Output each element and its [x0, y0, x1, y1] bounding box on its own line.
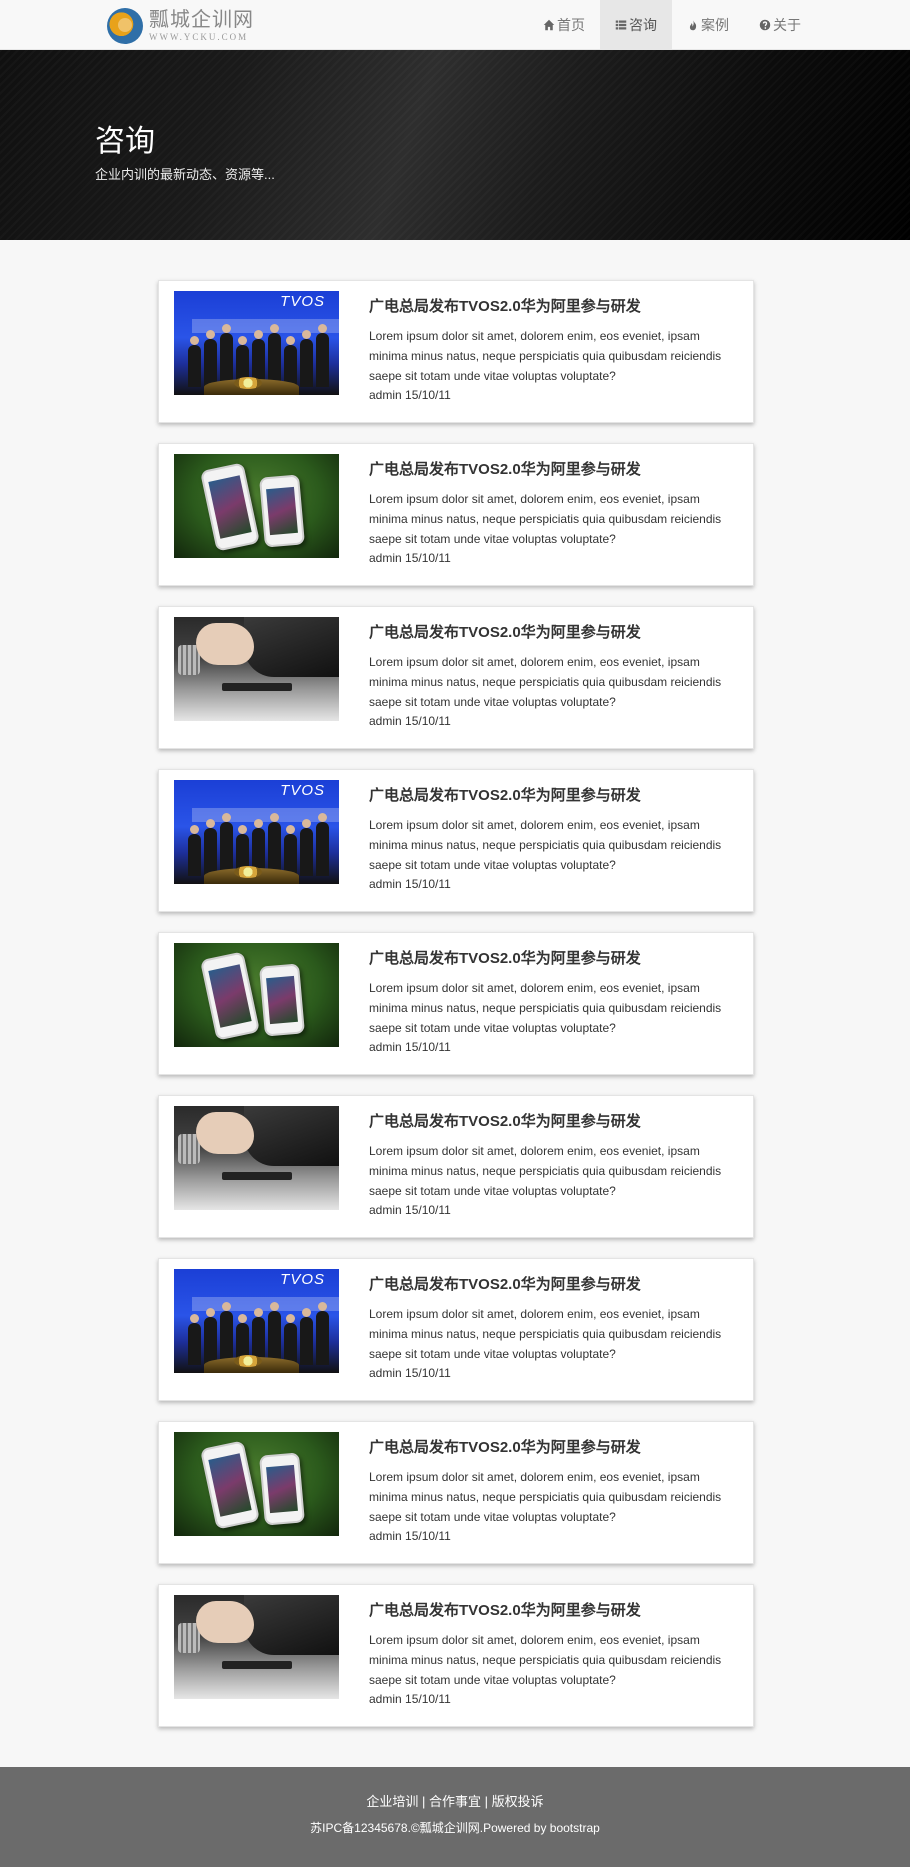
article-excerpt: Lorem ipsum dolor sit amet, dolorem enim…	[369, 981, 722, 1035]
article-list: TVOS 广电总局发布TVOS2.0华为阿里参与研发 Lorem ipsum dol…	[158, 280, 754, 1747]
article-excerpt: Lorem ipsum dolor sit amet, dolorem enim…	[369, 1144, 722, 1198]
article-title[interactable]: 广电总局发布TVOS2.0华为阿里参与研发	[369, 297, 729, 317]
article-title[interactable]: 广电总局发布TVOS2.0华为阿里参与研发	[369, 623, 729, 643]
article-title[interactable]: 广电总局发布TVOS2.0华为阿里参与研发	[369, 1275, 729, 1295]
article-thumbnail[interactable]: TVOS	[174, 1269, 339, 1373]
nav-label: 案例	[701, 17, 729, 33]
page-title: 咨询	[95, 124, 155, 159]
logo-title: 瓢城企训网	[149, 9, 254, 31]
article-meta: admin 15/10/11	[369, 388, 451, 402]
article-card[interactable]: 广电总局发布TVOS2.0华为阿里参与研发 Lorem ipsum dolor s…	[158, 1584, 754, 1727]
article-card[interactable]: 广电总局发布TVOS2.0华为阿里参与研发 Lorem ipsum dolor s…	[158, 1095, 754, 1238]
footer-separator: |	[484, 1794, 489, 1809]
article-title[interactable]: 广电总局发布TVOS2.0华为阿里参与研发	[369, 460, 729, 480]
home-icon	[543, 19, 555, 31]
main-nav: 首页 咨询 案例 关于	[528, 0, 816, 50]
article-title[interactable]: 广电总局发布TVOS2.0华为阿里参与研发	[369, 1112, 729, 1132]
article-title[interactable]: 广电总局发布TVOS2.0华为阿里参与研发	[369, 1438, 729, 1458]
footer-link-training[interactable]: 企业培训	[366, 1794, 418, 1809]
article-card[interactable]: TVOS 广电总局发布TVOS2.0华为阿里参与研发 Lorem ipsum dol…	[158, 769, 754, 912]
article-card[interactable]: TVOS 广电总局发布TVOS2.0华为阿里参与研发 Lorem ipsum dol…	[158, 280, 754, 423]
article-thumbnail[interactable]	[174, 1432, 339, 1536]
article-card[interactable]: 广电总局发布TVOS2.0华为阿里参与研发 Lorem ipsum dolor s…	[158, 1421, 754, 1564]
article-card[interactable]: 广电总局发布TVOS2.0华为阿里参与研发 Lorem ipsum dolor s…	[158, 932, 754, 1075]
article-thumbnail[interactable]	[174, 1595, 339, 1699]
article-excerpt: Lorem ipsum dolor sit amet, dolorem enim…	[369, 1633, 722, 1687]
article-thumbnail[interactable]: TVOS	[174, 291, 339, 395]
article-meta: admin 15/10/11	[369, 1692, 451, 1706]
nav-label: 首页	[557, 17, 585, 33]
article-thumbnail[interactable]: TVOS	[174, 780, 339, 884]
nav-label: 关于	[773, 17, 801, 33]
article-card[interactable]: TVOS 广电总局发布TVOS2.0华为阿里参与研发 Lorem ipsum dol…	[158, 1258, 754, 1401]
article-excerpt: Lorem ipsum dolor sit amet, dolorem enim…	[369, 655, 722, 709]
article-meta: admin 15/10/11	[369, 551, 451, 565]
article-thumbnail[interactable]	[174, 617, 339, 721]
article-thumbnail[interactable]	[174, 454, 339, 558]
article-meta: admin 15/10/11	[369, 1203, 451, 1217]
nav-item-consult[interactable]: 咨询	[600, 0, 672, 50]
footer: 企业培训 | 合作事宜 | 版权投诉 苏IPC备12345678.©瓢城企训网.…	[0, 1767, 910, 1867]
fire-icon	[689, 19, 697, 31]
article-meta: admin 15/10/11	[369, 1366, 451, 1380]
article-meta: admin 15/10/11	[369, 877, 451, 891]
nav-item-home[interactable]: 首页	[528, 0, 600, 50]
site-logo[interactable]: 瓢城企训网 WWW.YCKU.COM	[107, 8, 254, 44]
article-thumbnail[interactable]	[174, 943, 339, 1047]
footer-copyright: 苏IPC备12345678.©瓢城企训网.Powered by bootstra…	[310, 1821, 600, 1835]
footer-separator: |	[421, 1794, 426, 1809]
logo-icon	[107, 8, 143, 44]
article-excerpt: Lorem ipsum dolor sit amet, dolorem enim…	[369, 492, 722, 546]
article-excerpt: Lorem ipsum dolor sit amet, dolorem enim…	[369, 1470, 722, 1524]
nav-label: 咨询	[629, 17, 657, 33]
footer-links: 企业培训 | 合作事宜 | 版权投诉	[0, 1791, 910, 1810]
page-hero: 咨询 企业内训的最新动态、资源等...	[0, 50, 910, 240]
article-card[interactable]: 广电总局发布TVOS2.0华为阿里参与研发 Lorem ipsum dolor s…	[158, 606, 754, 749]
article-thumbnail[interactable]	[174, 1106, 339, 1210]
navbar: 瓢城企训网 WWW.YCKU.COM 首页 咨询 案例 关于	[0, 0, 910, 50]
page-subtitle: 企业内训的最新动态、资源等...	[95, 167, 275, 182]
article-meta: admin 15/10/11	[369, 1040, 451, 1054]
article-meta: admin 15/10/11	[369, 714, 451, 728]
question-circle-icon	[759, 19, 771, 31]
article-card[interactable]: 广电总局发布TVOS2.0华为阿里参与研发 Lorem ipsum dolor s…	[158, 443, 754, 586]
article-meta: admin 15/10/11	[369, 1529, 451, 1543]
nav-item-about[interactable]: 关于	[744, 0, 816, 50]
article-title[interactable]: 广电总局发布TVOS2.0华为阿里参与研发	[369, 786, 729, 806]
article-excerpt: Lorem ipsum dolor sit amet, dolorem enim…	[369, 329, 722, 383]
article-excerpt: Lorem ipsum dolor sit amet, dolorem enim…	[369, 1307, 722, 1361]
footer-link-cooperation[interactable]: 合作事宜	[429, 1794, 481, 1809]
logo-url: WWW.YCKU.COM	[149, 32, 249, 42]
article-title[interactable]: 广电总局发布TVOS2.0华为阿里参与研发	[369, 1601, 729, 1621]
article-title[interactable]: 广电总局发布TVOS2.0华为阿里参与研发	[369, 949, 729, 969]
nav-item-cases[interactable]: 案例	[672, 0, 744, 50]
article-excerpt: Lorem ipsum dolor sit amet, dolorem enim…	[369, 818, 722, 872]
list-icon	[615, 20, 627, 30]
footer-link-copyright-complaint[interactable]: 版权投诉	[492, 1794, 544, 1809]
